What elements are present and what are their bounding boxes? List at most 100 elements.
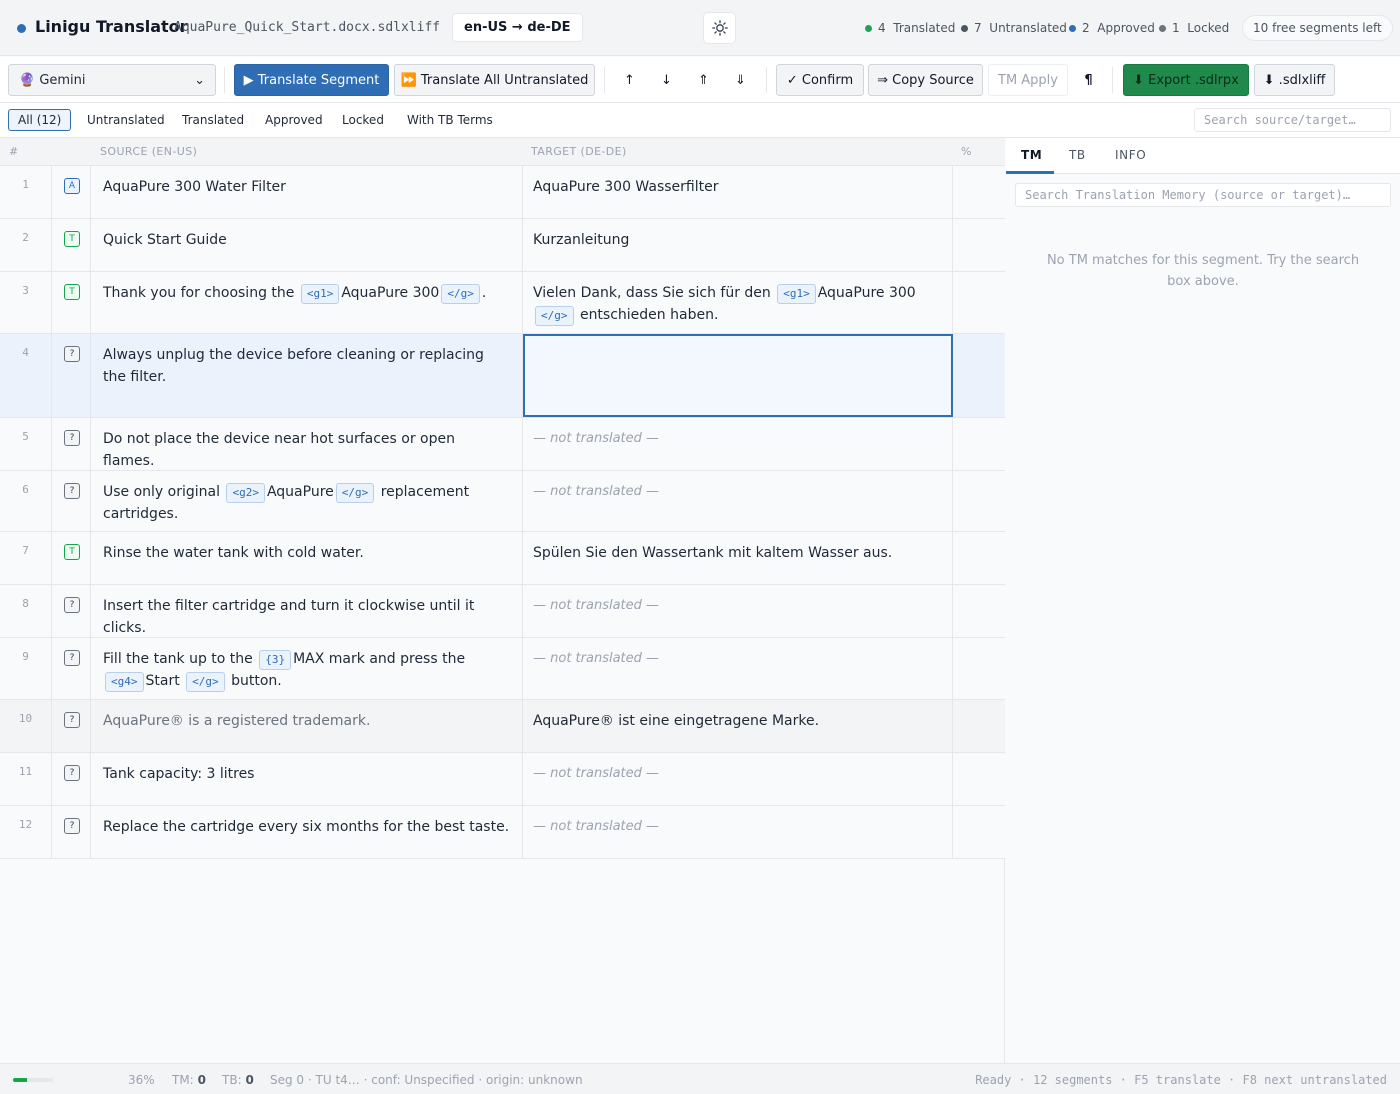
source-cell: Rinse the water tank with cold water. xyxy=(91,532,523,584)
inline-tag[interactable]: <g4> xyxy=(105,672,144,692)
stat-label: Locked xyxy=(1187,21,1230,35)
source-cell: AquaPure 300 Water Filter xyxy=(91,166,523,218)
translate-all-button[interactable]: ⏩ Translate All Untranslated xyxy=(394,64,595,96)
tab-tb[interactable]: TB xyxy=(1069,148,1086,162)
source-cell: Do not place the device near hot surface… xyxy=(91,418,523,470)
stat-count: 1 xyxy=(1172,21,1180,35)
segment-grid: # SOURCE (EN-US) TARGET (DE-DE) % 1 A Aqua… xyxy=(0,138,1005,1063)
segment-status-cell: ? xyxy=(52,418,91,470)
inline-tag[interactable]: </g> xyxy=(335,483,375,503)
column-header-percent: % xyxy=(961,145,972,158)
translate-segment-button[interactable]: ▶ Translate Segment xyxy=(234,64,389,96)
filter-approved[interactable]: Approved xyxy=(255,109,333,131)
source-cell: Thank you for choosing the <g1> AquaPure … xyxy=(91,272,523,333)
target-cell[interactable]: — not translated — xyxy=(523,753,953,805)
stat-approved: 2 Approved xyxy=(1069,21,1155,35)
segment-status-cell: ? xyxy=(52,753,91,805)
target-editor[interactable] xyxy=(523,334,953,417)
segment-number: 3 xyxy=(0,272,52,333)
segment-row[interactable]: 9? Fill the tank up to the {3} MAX mark an… xyxy=(0,638,1005,700)
target-cell[interactable]: — not translated — xyxy=(523,471,953,531)
target-cell[interactable]: — not translated — xyxy=(523,638,953,699)
source-cell: Tank capacity: 3 litres xyxy=(91,753,523,805)
segment-row[interactable]: 4? Always unplug the device before cleani… xyxy=(0,334,1005,418)
segment-status-cell: ? xyxy=(52,334,91,417)
inline-tag[interactable]: </g> xyxy=(535,306,574,326)
file-name: AquaPure_Quick_Start.docx.sdlxliff xyxy=(174,20,441,35)
engine-select[interactable]: 🔮 Gemini ⌄ xyxy=(8,64,216,96)
nav-first-button[interactable]: ⇑ xyxy=(688,64,719,96)
segment-row[interactable]: 7 T Rinse the water tank with cold water. S… xyxy=(0,532,1005,585)
segment-number: 10 xyxy=(0,700,52,752)
target-cell[interactable]: Kurzanleitung xyxy=(523,219,953,271)
inline-tag[interactable]: <g1> xyxy=(300,284,340,304)
tab-info[interactable]: INFO xyxy=(1115,148,1146,162)
segment-row[interactable]: 12? Replace the cartridge every six month… xyxy=(0,806,1005,859)
status-badge: T xyxy=(64,231,80,247)
target-cell[interactable]: Vielen Dank, dass Sie sich für den <g1> A… xyxy=(523,272,953,333)
tm-search-input[interactable]: Search Translation Memory (source or tar… xyxy=(1015,183,1391,207)
tab-tm[interactable]: TM xyxy=(1021,148,1042,162)
segment-row[interactable]: 10? AquaPure® is a registered trademark. A… xyxy=(0,700,1005,753)
app-title: Linigu Translator xyxy=(35,17,188,36)
segment-status-cell: ? xyxy=(52,700,91,752)
theme-toggle-button[interactable] xyxy=(703,12,736,44)
inline-tag[interactable]: </g> xyxy=(186,672,225,692)
filter-with-tb-terms[interactable]: With TB Terms xyxy=(397,109,503,131)
target-cell[interactable]: Spülen Sie den Wassertank mit kaltem Was… xyxy=(523,532,953,584)
free-segments-badge: 10 free segments left xyxy=(1242,15,1393,41)
segment-status-cell: ? xyxy=(52,638,91,699)
target-cell[interactable]: AquaPure 300 Wasserfilter xyxy=(523,166,953,218)
app-header: Linigu Translator AquaPure_Quick_Start.d… xyxy=(0,0,1400,56)
inline-tag[interactable]: {3} xyxy=(259,650,292,670)
segment-row[interactable]: 1 A AquaPure 300 Water Filter AquaPure 300 … xyxy=(0,166,1005,219)
filter-locked[interactable]: Locked xyxy=(332,109,394,131)
segment-row[interactable]: 5? Do not place the device near hot surfa… xyxy=(0,418,1005,471)
segment-row[interactable]: 6? Use only original <g2> AquaPure </g> rep… xyxy=(0,471,1005,532)
sun-icon xyxy=(711,20,728,36)
filter-all[interactable]: All (12) xyxy=(8,109,72,131)
filter-bar: All (12) Untranslated Translated Approve… xyxy=(0,103,1400,138)
segment-number: 12 xyxy=(0,806,52,858)
tm-apply-button[interactable]: TM Apply xyxy=(988,64,1068,96)
segment-row[interactable]: 8? Insert the filter cartridge and turn i… xyxy=(0,585,1005,638)
segment-number: 7 xyxy=(0,532,52,584)
segment-search-input[interactable]: Search source/target… xyxy=(1194,108,1391,132)
target-cell[interactable]: AquaPure® ist eine eingetragene Marke. xyxy=(523,700,953,752)
source-cell: Insert the filter cartridge and turn it … xyxy=(91,585,523,637)
inline-tag[interactable]: </g> xyxy=(441,284,480,304)
target-cell[interactable]: — not translated — xyxy=(523,418,953,470)
segment-status-cell: A xyxy=(52,166,91,218)
stat-label: Untranslated xyxy=(989,21,1067,35)
nav-prev-button[interactable]: ↑ xyxy=(614,64,645,96)
filter-untranslated[interactable]: Untranslated xyxy=(77,109,175,131)
segment-number: 1 xyxy=(0,166,52,218)
stat-label: Translated xyxy=(893,21,956,35)
segment-row[interactable]: 2 T Quick Start Guide Kurzanleitung xyxy=(0,219,1005,272)
filter-translated[interactable]: Translated xyxy=(172,109,254,131)
target-cell[interactable]: — not translated — xyxy=(523,585,953,637)
progress-bar xyxy=(13,1078,53,1082)
stat-count: 7 xyxy=(974,21,982,35)
nav-last-button[interactable]: ⇓ xyxy=(725,64,756,96)
source-cell: Use only original <g2> AquaPure </g> repla… xyxy=(91,471,523,531)
show-formatting-button[interactable]: ¶ xyxy=(1073,64,1104,96)
segment-number: 5 xyxy=(0,418,52,470)
segment-row[interactable]: 11? Tank capacity: 3 litres — not translat… xyxy=(0,753,1005,806)
language-pair[interactable]: en-US → de-DE xyxy=(452,13,583,42)
inline-tag[interactable]: <g1> xyxy=(777,284,816,304)
export-sdlrpx-button[interactable]: ⬇ Export .sdlrpx xyxy=(1123,64,1249,96)
confirm-button[interactable]: ✓ Confirm xyxy=(776,64,864,96)
status-badge: T xyxy=(64,544,80,560)
segment-number: 6 xyxy=(0,471,52,531)
segment-row[interactable]: 3 T Thank you for choosing the <g1> AquaPur… xyxy=(0,272,1005,334)
copy-source-button[interactable]: ⇒ Copy Source xyxy=(868,64,983,96)
target-cell[interactable]: — not translated — xyxy=(523,806,953,858)
status-bar: 36% TM: 0 TB: 0 Seg 0 · TU t4… · conf: U… xyxy=(0,1063,1400,1094)
nav-next-button[interactable]: ↓ xyxy=(651,64,682,96)
toolbar-divider xyxy=(224,67,225,93)
segment-info: Seg 0 · TU t4… · conf: Unspecified · ori… xyxy=(270,1073,583,1087)
export-sdlxliff-button[interactable]: ⬇ .sdlxliff xyxy=(1254,64,1335,96)
column-header-target: TARGET (DE-DE) xyxy=(531,145,627,158)
inline-tag[interactable]: <g2> xyxy=(226,483,265,503)
